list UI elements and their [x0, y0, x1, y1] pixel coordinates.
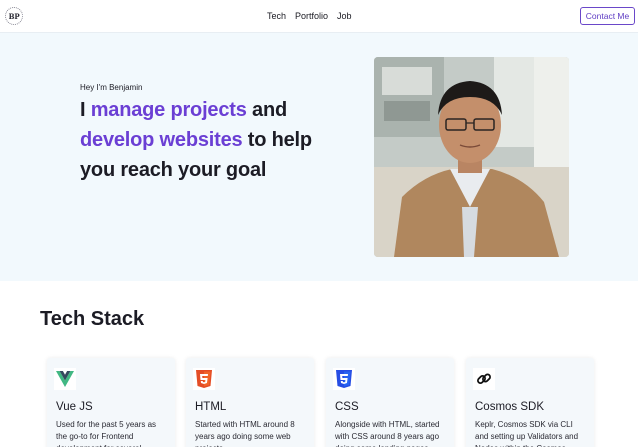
- hero-heading-part2: and: [246, 99, 287, 121]
- tech-card-description: Started with HTML around 8 years ago doi…: [195, 420, 295, 447]
- logo-text: BP: [8, 11, 20, 21]
- nav-link-tech[interactable]: Tech: [267, 11, 286, 22]
- hero-greeting: Hey I'm Benjamin: [80, 83, 143, 92]
- tech-card-cosmos: Cosmos SDK Keplr, Cosmos SDK via CLI and…: [466, 358, 594, 447]
- main-nav: Tech Portfolio Job: [267, 11, 352, 22]
- hero-heading-accent-1: manage projects: [90, 99, 247, 121]
- tech-card-css: CSS Alongside with HTML, started with CS…: [326, 358, 454, 447]
- nav-link-portfolio[interactable]: Portfolio: [295, 11, 328, 22]
- tech-card-description: Used for the past 5 years as the go-to f…: [56, 420, 157, 447]
- profile-photo-illustration: [374, 57, 569, 257]
- tech-stack-title: Tech Stack: [40, 308, 145, 330]
- tech-card-title: HTML: [195, 401, 227, 413]
- tech-card-vue: Vue JS Used for the past 5 years as the …: [47, 358, 175, 447]
- tech-card-description: Alongside with HTML, started with CSS ar…: [335, 420, 440, 447]
- profile-photo: [374, 57, 569, 257]
- hero-heading: I manage projects and develop websites t…: [80, 95, 330, 185]
- css3-icon: [333, 368, 355, 390]
- logo[interactable]: BP: [5, 7, 23, 25]
- tech-card-title: Vue JS: [56, 401, 93, 413]
- hero-heading-part1: I: [80, 99, 91, 121]
- site-header: BP Tech Portfolio Job Contact Me: [0, 0, 638, 33]
- tech-card-description: Keplr, Cosmos SDK via CLI and setting up…: [475, 420, 579, 447]
- vue-icon: [54, 368, 76, 390]
- contact-button[interactable]: Contact Me: [580, 7, 635, 25]
- nav-link-job[interactable]: Job: [337, 11, 352, 22]
- tech-card-title: CSS: [335, 401, 359, 413]
- link-icon: [473, 368, 495, 390]
- html5-icon: [193, 368, 215, 390]
- tech-card-html: HTML Started with HTML around 8 years ag…: [186, 358, 314, 447]
- hero-heading-accent-2: develop websites: [80, 129, 243, 151]
- tech-card-title: Cosmos SDK: [475, 401, 545, 413]
- hero-section: Hey I'm Benjamin I manage projects and d…: [0, 33, 638, 281]
